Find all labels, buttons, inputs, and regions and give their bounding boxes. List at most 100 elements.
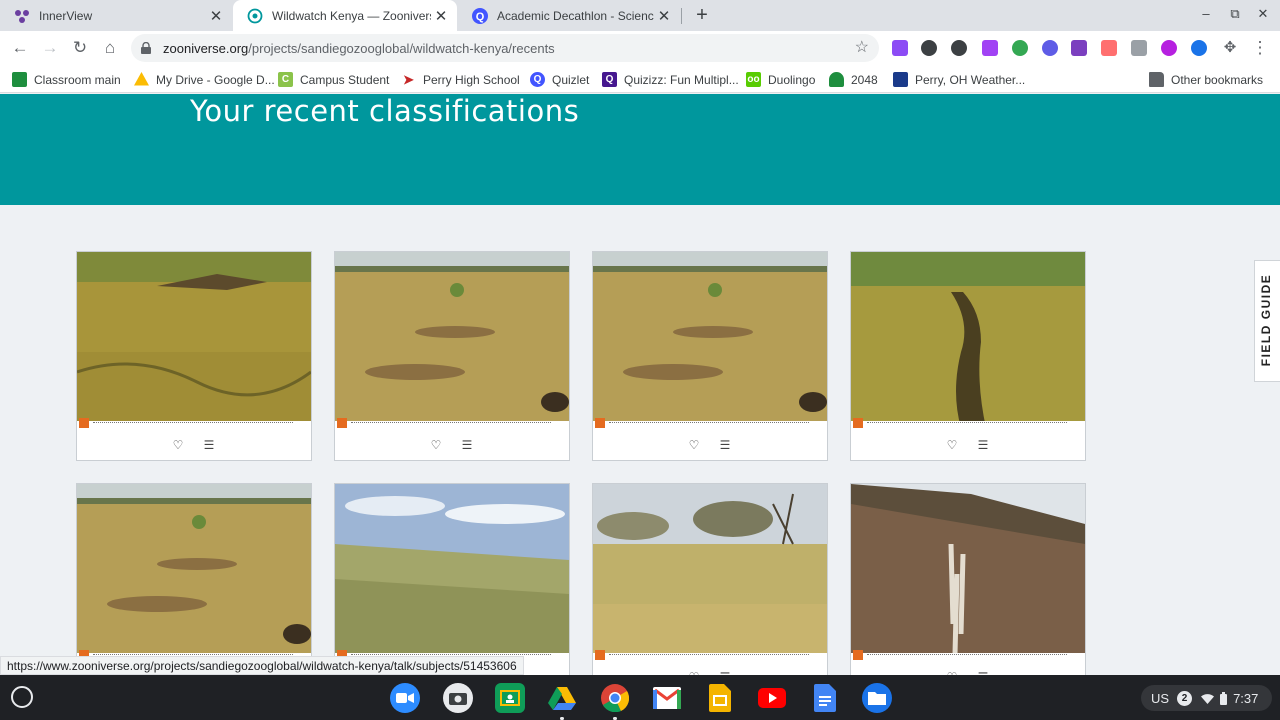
- menu-kebab-icon[interactable]: ⋮: [1249, 37, 1271, 59]
- classification-card[interactable]: ♡ ☰: [334, 251, 570, 461]
- field-guide-label: FIELD GUIDE: [1259, 273, 1273, 367]
- close-tab-icon[interactable]: ✕: [431, 7, 451, 25]
- youtube-icon[interactable]: [757, 683, 787, 713]
- drive-icon[interactable]: [547, 683, 577, 720]
- collection-list-icon[interactable]: ☰: [459, 437, 475, 453]
- bookmark-perry[interactable]: ➤ Perry High School: [401, 71, 520, 88]
- bookmark-weather[interactable]: Perry, OH Weather...: [893, 71, 1025, 88]
- bookmark-label: 2048: [851, 72, 878, 87]
- subject-photo[interactable]: [851, 252, 1085, 428]
- classification-card[interactable]: ♡ ☰: [850, 251, 1086, 461]
- stamp-text: [867, 422, 1067, 425]
- extension-google-icon[interactable]: [1012, 40, 1028, 56]
- classification-grid: ♡ ☰ ♡ ☰ ♡ ☰ ♡ ☰: [0, 205, 1280, 693]
- classification-card[interactable]: ♡ ☰: [592, 483, 828, 693]
- classroom-icon[interactable]: [495, 683, 525, 713]
- innerview-icon: [14, 8, 30, 24]
- system-tray[interactable]: US 2 7:37: [1141, 685, 1272, 711]
- extension-play-icon[interactable]: [1101, 40, 1117, 56]
- battery-icon: [1220, 691, 1228, 705]
- tab-wildwatch[interactable]: Wildwatch Kenya — Zooniverse ✕: [233, 0, 457, 31]
- camera-icon[interactable]: [443, 683, 473, 713]
- url-path: /projects/sandiegozooglobal/wildwatch-ke…: [248, 41, 555, 56]
- card-actions: ♡ ☰: [335, 429, 569, 461]
- tab-title: Academic Decathlon - Science Y: [497, 8, 654, 23]
- subject-photo[interactable]: [335, 484, 569, 660]
- new-tab-button[interactable]: +: [690, 3, 714, 27]
- other-bookmarks[interactable]: Other bookmarks: [1149, 71, 1263, 88]
- page-title: Your recent classifications: [190, 94, 580, 128]
- bookmark-label: Duolingo: [768, 72, 816, 87]
- card-actions: ♡ ☰: [77, 429, 311, 461]
- extensions-puzzle-icon[interactable]: ✥: [1219, 37, 1241, 59]
- extension-grid-icon[interactable]: [1131, 40, 1147, 56]
- extension-pdf-icon[interactable]: [1071, 40, 1087, 56]
- home-icon[interactable]: ⌂: [99, 37, 121, 59]
- classification-card[interactable]: ♡ ☰: [850, 483, 1086, 693]
- extension-purple-icon[interactable]: [892, 40, 908, 56]
- close-tab-icon[interactable]: ✕: [206, 7, 226, 25]
- screen: InnerView ✕ Wildwatch Kenya — Zooniverse…: [0, 0, 1280, 720]
- camera-logo-icon: [337, 418, 347, 428]
- extension-puzzle-purple-icon[interactable]: [982, 40, 998, 56]
- subject-photo[interactable]: [851, 484, 1085, 660]
- collection-list-icon[interactable]: ☰: [975, 437, 991, 453]
- tab-title: Wildwatch Kenya — Zooniverse: [272, 8, 431, 23]
- maximize-icon[interactable]: ⧉: [1226, 6, 1244, 22]
- forward-icon[interactable]: →: [39, 37, 61, 59]
- bookmark-duolingo[interactable]: oo Duolingo: [746, 71, 815, 88]
- address-bar[interactable]: zooniverse.org/projects/sandiegozoogloba…: [131, 34, 879, 62]
- close-window-icon[interactable]: ✕: [1254, 6, 1272, 22]
- collection-list-icon[interactable]: ☰: [201, 437, 217, 453]
- reload-icon[interactable]: ↻: [69, 37, 91, 59]
- favorite-heart-icon[interactable]: ♡: [170, 437, 186, 453]
- extension-lightning-icon[interactable]: [1161, 40, 1177, 56]
- close-tab-icon[interactable]: ✕: [654, 7, 674, 25]
- tab-innerview[interactable]: InnerView ✕: [0, 0, 232, 31]
- extension-blue-icon[interactable]: [1191, 40, 1207, 56]
- collection-list-icon[interactable]: ☰: [717, 437, 733, 453]
- zooniverse-icon: [247, 8, 263, 24]
- camera-logo-icon: [595, 650, 605, 660]
- favorite-heart-icon[interactable]: ♡: [944, 437, 960, 453]
- subject-photo[interactable]: [593, 252, 827, 428]
- bookmark-label: Classroom main: [34, 72, 121, 87]
- back-icon[interactable]: ←: [9, 37, 31, 59]
- bookmark-2048[interactable]: 2048: [829, 71, 878, 88]
- slides-icon[interactable]: [705, 683, 735, 713]
- subject-photo[interactable]: [77, 484, 311, 660]
- files-icon[interactable]: [862, 683, 892, 713]
- campus-icon: C: [278, 72, 293, 87]
- bookmark-classroom[interactable]: Classroom main: [12, 71, 121, 88]
- favorite-heart-icon[interactable]: ♡: [686, 437, 702, 453]
- bookmark-label: My Drive - Google D...: [156, 72, 275, 87]
- docs-icon[interactable]: [810, 683, 840, 713]
- launcher-icon[interactable]: [11, 686, 33, 708]
- camera-logo-icon: [853, 418, 863, 428]
- card-actions: ♡ ☰: [593, 429, 827, 461]
- quizizz-icon: Q: [602, 72, 617, 87]
- field-guide-tab[interactable]: FIELD GUIDE: [1254, 260, 1280, 382]
- card-actions: ♡ ☰: [851, 429, 1085, 461]
- tab-academic-decathlon[interactable]: Q Academic Decathlon - Science Y ✕: [458, 0, 680, 31]
- extension-gear-icon[interactable]: [1042, 40, 1058, 56]
- minimize-icon[interactable]: ‒: [1197, 6, 1215, 21]
- bookmark-quizlet[interactable]: Q Quizlet: [530, 71, 589, 88]
- bookmark-quizizz[interactable]: Q Quizizz: Fun Multipl...: [602, 71, 739, 88]
- camera-stamp: [593, 650, 827, 660]
- subject-photo[interactable]: [77, 252, 311, 428]
- chrome-icon[interactable]: [600, 683, 630, 720]
- extension-shield-2-icon[interactable]: [951, 40, 967, 56]
- gmail-icon[interactable]: [652, 683, 682, 713]
- bookmark-drive[interactable]: My Drive - Google D...: [134, 71, 275, 88]
- bookmark-campus[interactable]: C Campus Student: [278, 71, 389, 88]
- extension-shield-icon[interactable]: [921, 40, 937, 56]
- bookmark-star-icon[interactable]: ☆: [855, 37, 869, 57]
- favorite-heart-icon[interactable]: ♡: [428, 437, 444, 453]
- url-domain: zooniverse.org: [163, 41, 249, 56]
- classification-card[interactable]: ♡ ☰: [76, 251, 312, 461]
- subject-photo[interactable]: [593, 484, 827, 660]
- zoom-icon[interactable]: [390, 683, 420, 713]
- classification-card[interactable]: ♡ ☰: [592, 251, 828, 461]
- subject-photo[interactable]: [335, 252, 569, 428]
